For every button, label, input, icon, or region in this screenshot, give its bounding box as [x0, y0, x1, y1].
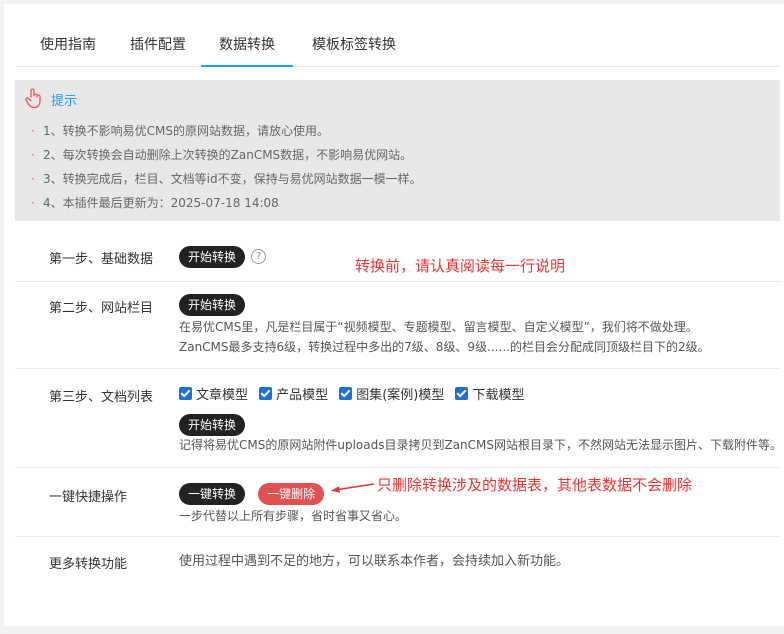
gallery-model-checkbox[interactable]: 图集(案例)模型	[339, 384, 444, 403]
quick-label: 一键快捷操作	[49, 490, 128, 505]
step1-start-button[interactable]: 开始转换	[179, 246, 246, 268]
delete-note-annotation: 只删除转换涉及的数据表，其他表数据不会删除	[377, 476, 693, 494]
tip-list: · 1、转换不影响易优CMS的原网站数据，请放心使用。 · 2、每次转换会自动删除上…	[31, 119, 422, 215]
row-more: 更多转换功能 使用过程中遇到不足的地方，可以联系本作者，会持续加入新功能。	[15, 537, 780, 587]
step1-label: 第一步、基础数据	[49, 252, 154, 267]
one-click-delete-button[interactable]: 一键删除	[258, 483, 325, 505]
tab-bar: 使用指南 插件配置 数据转换 模板标签转换	[16, 26, 780, 67]
checkbox-checked-icon	[179, 387, 192, 400]
tip-item: · 1、转换不影响易优CMS的原网站数据，请放心使用。	[31, 124, 329, 138]
checkbox-checked-icon	[455, 387, 469, 400]
more-label: 更多转换功能	[49, 557, 128, 572]
row-step3: 第三步、文档列表 文章模型 产品模型 图集(案例)模型 下载模型 开始转换 记得…	[15, 369, 783, 468]
tip-title: 提示	[51, 94, 78, 109]
step2-label: 第二步、网站栏目	[49, 301, 154, 316]
tip-item: · 2、每次转换会自动删除上次转换的ZanCMS数据，不影响易优网站。	[31, 148, 413, 162]
more-desc: 使用过程中遇到不足的地方，可以联系本作者，会持续加入新功能。	[179, 554, 570, 569]
tab-template-tag-convert[interactable]: 模板标签转换	[296, 26, 412, 67]
product-model-checkbox[interactable]: 产品模型	[259, 384, 328, 403]
tab-plugin-config[interactable]: 插件配置	[116, 26, 200, 67]
step3-desc: 记得将易优CMS的原网站附件uploads目录拷贝到ZanCMS网站根目录下，不…	[179, 438, 783, 452]
quick-desc: 一步代替以上所有步骤，省时省事又省心。	[179, 509, 408, 523]
tab-data-convert[interactable]: 数据转换	[201, 26, 293, 67]
step3-start-button[interactable]: 开始转换	[179, 414, 246, 436]
download-model-checkbox[interactable]: 下载模型	[455, 384, 524, 403]
red-arrow-icon	[331, 483, 375, 493]
tip-box: 提示 · 1、转换不影响易优CMS的原网站数据，请放心使用。 · 2、每次转换会自动…	[15, 80, 780, 221]
step2-desc-line2: ZanCMS最多支持6级，转换过程中多出的7级、8级、9级......的栏目会分…	[179, 340, 710, 354]
read-note-annotation: 转换前，请认真阅读每一行说明	[355, 257, 566, 275]
checkbox-checked-icon	[259, 387, 273, 400]
tip-item: · 3、转换完成后，栏目、文档等id不变，保持与易优网站数据一模一样。	[31, 172, 422, 186]
article-model-checkbox[interactable]: 文章模型	[179, 384, 248, 403]
tab-guide[interactable]: 使用指南	[20, 26, 116, 67]
one-click-convert-button[interactable]: 一键转换	[179, 483, 246, 505]
checkbox-checked-icon	[339, 387, 353, 400]
step2-start-button[interactable]: 开始转换	[179, 294, 246, 316]
tip-item: · 4、本插件最后更新为：2025-07-18 14:08	[31, 196, 279, 210]
hand-pointer-icon	[25, 88, 41, 109]
row-step2: 第二步、网站栏目 开始转换 在易优CMS里，凡是栏目属于“视频模型、专题模型、留…	[15, 282, 780, 369]
step2-desc-line1: 在易优CMS里，凡是栏目属于“视频模型、专题模型、留言模型、自定义模型”，我们将…	[179, 320, 698, 334]
step3-label: 第三步、文档列表	[49, 390, 154, 405]
help-icon[interactable]: ?	[251, 249, 267, 264]
